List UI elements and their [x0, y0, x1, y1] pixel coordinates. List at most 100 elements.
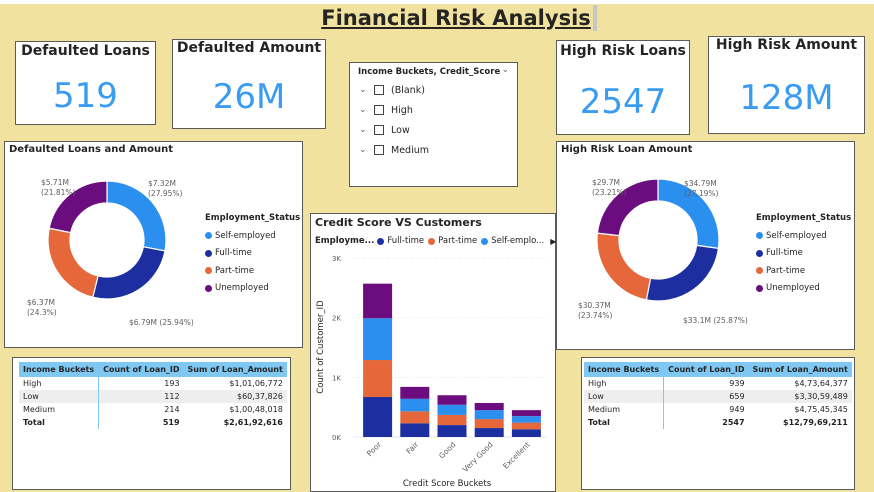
table-cell: Total	[584, 416, 665, 429]
column-header[interactable]: Count of Loan_ID	[663, 362, 749, 377]
card-value: 128M	[739, 78, 834, 118]
income-credit-slicer[interactable]: Income Buckets, Credit_Score ⌄ ⌄ (Blank)…	[349, 62, 518, 187]
chevron-down-icon[interactable]: ⌄	[359, 145, 367, 155]
column-header[interactable]: Count of Loan_ID	[98, 362, 184, 377]
legend-item-full-time[interactable]: Full-time	[205, 245, 300, 263]
slice-full-time[interactable]	[92, 246, 166, 300]
stacked-bar-chart[interactable]: 0K1K2K3KPoor Fair Good Very Good ExcellentCr…	[311, 214, 554, 490]
card-defaulted-loans[interactable]: Defaulted Loans 519	[15, 41, 156, 125]
bar-segment[interactable]	[400, 411, 430, 424]
bar-segment[interactable]	[400, 386, 430, 399]
table-cell: Total	[19, 416, 100, 429]
y-tick-label: 3K	[332, 255, 341, 263]
legend-item-unemployed[interactable]: Unemployed	[205, 280, 300, 298]
table-cell: High	[19, 377, 100, 390]
table-row[interactable]: Low 112 $60,37,826	[19, 390, 287, 403]
credit-score-bar-panel[interactable]: Credit Score VS Customers Employme... Fu…	[310, 213, 556, 492]
bar-segment[interactable]	[511, 429, 541, 437]
label-percent: (27.19%)	[684, 189, 719, 198]
label-percent: (27.95%)	[148, 189, 183, 198]
legend-label: Part-time	[766, 265, 806, 276]
legend-title: Employment_Status	[756, 213, 852, 223]
bar-segment[interactable]	[437, 395, 467, 405]
bar-segment[interactable]	[437, 425, 467, 437]
chevron-down-icon[interactable]: ⌄	[501, 65, 509, 75]
legend-item-self-employed[interactable]: Self-employed	[205, 227, 300, 245]
table-cell: Medium	[584, 403, 665, 416]
legend-item-unemployed[interactable]: Unemployed	[756, 280, 851, 298]
bar-segment[interactable]	[474, 402, 504, 411]
legend-item-part-time[interactable]: Part-time	[756, 262, 851, 280]
checkbox[interactable]	[374, 145, 384, 155]
slicer-item-medium[interactable]: ⌄ Medium	[359, 143, 429, 157]
bar-segment[interactable]	[363, 360, 393, 398]
column-header[interactable]: Income Buckets	[584, 362, 665, 377]
legend-dot	[205, 249, 212, 257]
chevron-down-icon[interactable]: ⌄	[359, 125, 367, 135]
card-high-risk-loans[interactable]: High Risk Loans 2547	[556, 40, 690, 135]
table-cell: $1,01,06,772	[229, 379, 283, 388]
table-cell: 214	[164, 405, 180, 414]
table-cell: High	[584, 377, 665, 390]
column-header[interactable]: Sum of Loan_Amount	[748, 362, 852, 377]
bar-segment[interactable]	[363, 283, 393, 319]
card-value: 26M	[212, 77, 286, 117]
column-header[interactable]: Income Buckets	[19, 362, 100, 377]
label-value: $6.79M (25.94%)	[129, 318, 194, 327]
slicer-item-low[interactable]: ⌄ Low	[359, 123, 410, 137]
column-header[interactable]: Sum of Loan_Amount	[183, 362, 287, 377]
high-risk-donut-panel[interactable]: High Risk Loan Amount $34.79M (27.19%) $…	[556, 141, 855, 350]
legend-item-self-employed[interactable]: Self-employed	[756, 227, 851, 245]
bar-segment[interactable]	[474, 428, 504, 437]
legend-label: Full-time	[215, 248, 252, 259]
table-row[interactable]: Medium 214 $1,00,48,018	[19, 403, 287, 416]
x-tick-label: Very Good	[461, 440, 495, 474]
table-cell: Medium	[19, 403, 100, 416]
chevron-down-icon[interactable]: ⌄	[359, 85, 367, 95]
table-row[interactable]: Low 659 $3,30,59,489	[584, 390, 852, 403]
chevron-down-icon[interactable]: ⌄	[359, 105, 367, 115]
legend-dot	[756, 284, 763, 292]
slice-full-time[interactable]	[645, 244, 720, 302]
slicer-item-label: Medium	[391, 144, 429, 156]
bar-segment[interactable]	[437, 404, 467, 415]
legend-dot	[756, 232, 763, 240]
table-row[interactable]: High 193 $1,01,06,772	[19, 377, 287, 390]
bar-segment[interactable]	[474, 410, 504, 420]
bar-segment[interactable]	[363, 397, 393, 437]
high-risk-table-panel[interactable]: Income Buckets Count of Loan_ID Sum of Loa…	[581, 357, 855, 490]
legend-dot	[756, 249, 763, 257]
card-high-risk-amount[interactable]: High Risk Amount 128M	[708, 36, 865, 134]
slicer-item-blank[interactable]: ⌄ (Blank)	[359, 83, 425, 97]
legend-item-part-time[interactable]: Part-time	[205, 262, 300, 280]
checkbox[interactable]	[374, 105, 384, 115]
y-tick-label: 0K	[332, 434, 341, 442]
checkbox[interactable]	[374, 85, 384, 95]
data-label-unemployed: $5.71M (21.81%)	[41, 178, 75, 198]
defaulted-table-panel[interactable]: Income Buckets Count of Loan_ID Sum of Loa…	[12, 357, 291, 490]
bar-segment[interactable]	[400, 398, 430, 412]
x-tick-label: Fair	[404, 439, 420, 455]
label-value: $5.71M	[41, 178, 69, 187]
label-value: $30.37M	[578, 301, 611, 310]
defaulted-donut-panel[interactable]: Defaulted Loans and Amount $7.32M (27.95…	[4, 141, 303, 348]
bar-segment[interactable]	[511, 410, 541, 417]
label-value: $6.37M	[27, 298, 55, 307]
slicer-item-high[interactable]: ⌄ High	[359, 103, 413, 117]
table-row[interactable]: High 939 $4,73,64,377	[584, 377, 852, 390]
legend-item-full-time[interactable]: Full-time	[756, 245, 851, 263]
bar-segment[interactable]	[474, 419, 504, 429]
slice-part-time[interactable]	[47, 227, 99, 298]
bar-segment[interactable]	[363, 318, 393, 361]
table-cell: $4,75,45,345	[794, 405, 848, 414]
slice-part-time[interactable]	[596, 232, 652, 301]
table-cell: Low	[19, 390, 100, 403]
table-row[interactable]: Medium 949 $4,75,45,345	[584, 403, 852, 416]
card-defaulted-amount[interactable]: Defaulted Amount 26M	[172, 39, 326, 129]
bar-segment[interactable]	[437, 414, 467, 426]
bar-segment[interactable]	[511, 416, 541, 423]
checkbox[interactable]	[374, 125, 384, 135]
bar-segment[interactable]	[400, 423, 430, 437]
data-label-full-time: $33.1M (25.87%)	[683, 316, 748, 326]
bar-segment[interactable]	[511, 422, 541, 430]
